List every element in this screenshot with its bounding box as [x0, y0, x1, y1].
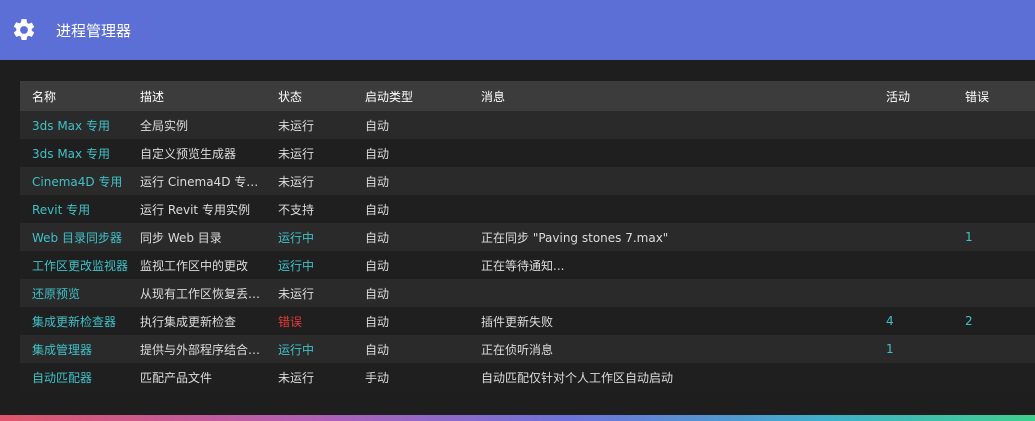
process-message: 自动匹配仅针对个人工作区自动启动 [481, 370, 674, 385]
title-bar: 进程管理器 [0, 0, 1035, 60]
process-startup-type: 自动 [365, 230, 390, 245]
process-table: 名称 描述 状态 启动类型 消息 活动 错误 3ds Max 专用 全局实例 未运行… [20, 81, 1035, 391]
table-row[interactable]: Cinema4D 专用 运行 Cinema4D 专用… 未运行 自动 [20, 167, 1035, 195]
process-name[interactable]: Cinema4D 专用 [32, 173, 136, 190]
process-name[interactable]: 工作区更改监视器 [32, 257, 136, 274]
process-startup-type: 自动 [365, 258, 390, 273]
column-header-name[interactable]: 名称 [32, 88, 136, 105]
table-row[interactable]: 自动匹配器 匹配产品文件 未运行 手动 自动匹配仅针对个人工作区自动启动 [20, 363, 1035, 391]
process-startup-type: 自动 [365, 202, 390, 217]
process-startup-type: 自动 [365, 174, 390, 189]
process-message: 插件更新失败 [481, 314, 554, 329]
process-status: 运行中 [278, 230, 315, 245]
table-header: 名称 描述 状态 启动类型 消息 活动 错误 [20, 81, 1035, 111]
process-name[interactable]: 3ds Max 专用 [32, 145, 136, 162]
process-startup-type: 自动 [365, 314, 390, 329]
process-startup-type: 自动 [365, 146, 390, 161]
process-startup-type: 自动 [365, 342, 390, 357]
column-header-status[interactable]: 状态 [278, 88, 358, 105]
process-description: 匹配产品文件 [140, 370, 213, 385]
process-description: 从现有工作区恢复丢… [140, 286, 261, 301]
process-description: 运行 Cinema4D 专用… [140, 174, 268, 189]
column-header-startup-type[interactable]: 启动类型 [365, 88, 465, 105]
process-status: 运行中 [278, 342, 315, 357]
process-startup-type: 手动 [365, 370, 390, 385]
process-status: 不支持 [278, 202, 315, 217]
process-name[interactable]: 还原预览 [32, 285, 136, 302]
process-status: 未运行 [278, 118, 315, 133]
process-startup-type: 自动 [365, 286, 390, 301]
table-row[interactable]: 集成管理器 提供与外部程序结合… 运行中 自动 正在侦听消息 1 [20, 335, 1035, 363]
process-status: 未运行 [278, 174, 315, 189]
table-row[interactable]: 还原预览 从现有工作区恢复丢… 未运行 自动 [20, 279, 1035, 307]
bottom-gradient-bar [0, 415, 1035, 421]
column-header-activity[interactable]: 活动 [886, 88, 946, 105]
table-row[interactable]: 3ds Max 专用 自定义预览生成器 未运行 自动 [20, 139, 1035, 167]
table-row[interactable]: 集成更新检查器 执行集成更新检查 错误 自动 插件更新失败 4 2 [20, 307, 1035, 335]
process-name[interactable]: 自动匹配器 [32, 369, 136, 386]
process-message: 正在同步 "Paving stones 7.max" [481, 230, 669, 245]
process-status: 未运行 [278, 370, 315, 385]
process-description: 同步 Web 目录 [140, 230, 222, 245]
gear-icon[interactable] [11, 17, 37, 43]
page-title: 进程管理器 [56, 21, 132, 40]
process-startup-type: 自动 [365, 118, 390, 133]
table-row[interactable]: Revit 专用 运行 Revit 专用实例 不支持 自动 [20, 195, 1035, 223]
process-status: 运行中 [278, 258, 315, 273]
column-header-errors[interactable]: 错误 [965, 88, 1025, 105]
process-status: 未运行 [278, 286, 315, 301]
process-description: 执行集成更新检查 [140, 314, 237, 329]
process-description: 运行 Revit 专用实例 [140, 202, 250, 217]
main-content: 名称 描述 状态 启动类型 消息 活动 错误 3ds Max 专用 全局实例 未运行… [0, 60, 1035, 415]
process-description: 监视工作区中的更改 [140, 258, 249, 273]
column-header-description[interactable]: 描述 [140, 88, 268, 105]
process-description: 提供与外部程序结合… [140, 342, 261, 357]
process-status: 未运行 [278, 146, 315, 161]
process-error-count: 1 [965, 230, 973, 244]
table-row[interactable]: Web 目录同步器 同步 Web 目录 运行中 自动 正在同步 "Paving ston… [20, 223, 1035, 251]
column-header-message[interactable]: 消息 [481, 88, 881, 105]
process-name[interactable]: 3ds Max 专用 [32, 117, 136, 134]
process-message: 正在侦听消息 [481, 342, 554, 357]
table-row[interactable]: 3ds Max 专用 全局实例 未运行 自动 [20, 111, 1035, 139]
process-activity-count: 1 [886, 342, 894, 356]
process-description: 自定义预览生成器 [140, 146, 237, 161]
process-message: 正在等待通知... [481, 258, 565, 273]
process-name[interactable]: Web 目录同步器 [32, 229, 136, 246]
process-error-count: 2 [965, 314, 973, 328]
process-name[interactable]: 集成管理器 [32, 341, 136, 358]
process-status: 错误 [278, 314, 303, 329]
process-name[interactable]: 集成更新检查器 [32, 313, 136, 330]
process-name[interactable]: Revit 专用 [32, 201, 136, 218]
process-activity-count: 4 [886, 314, 894, 328]
table-row[interactable]: 工作区更改监视器 监视工作区中的更改 运行中 自动 正在等待通知... [20, 251, 1035, 279]
process-description: 全局实例 [140, 118, 189, 133]
